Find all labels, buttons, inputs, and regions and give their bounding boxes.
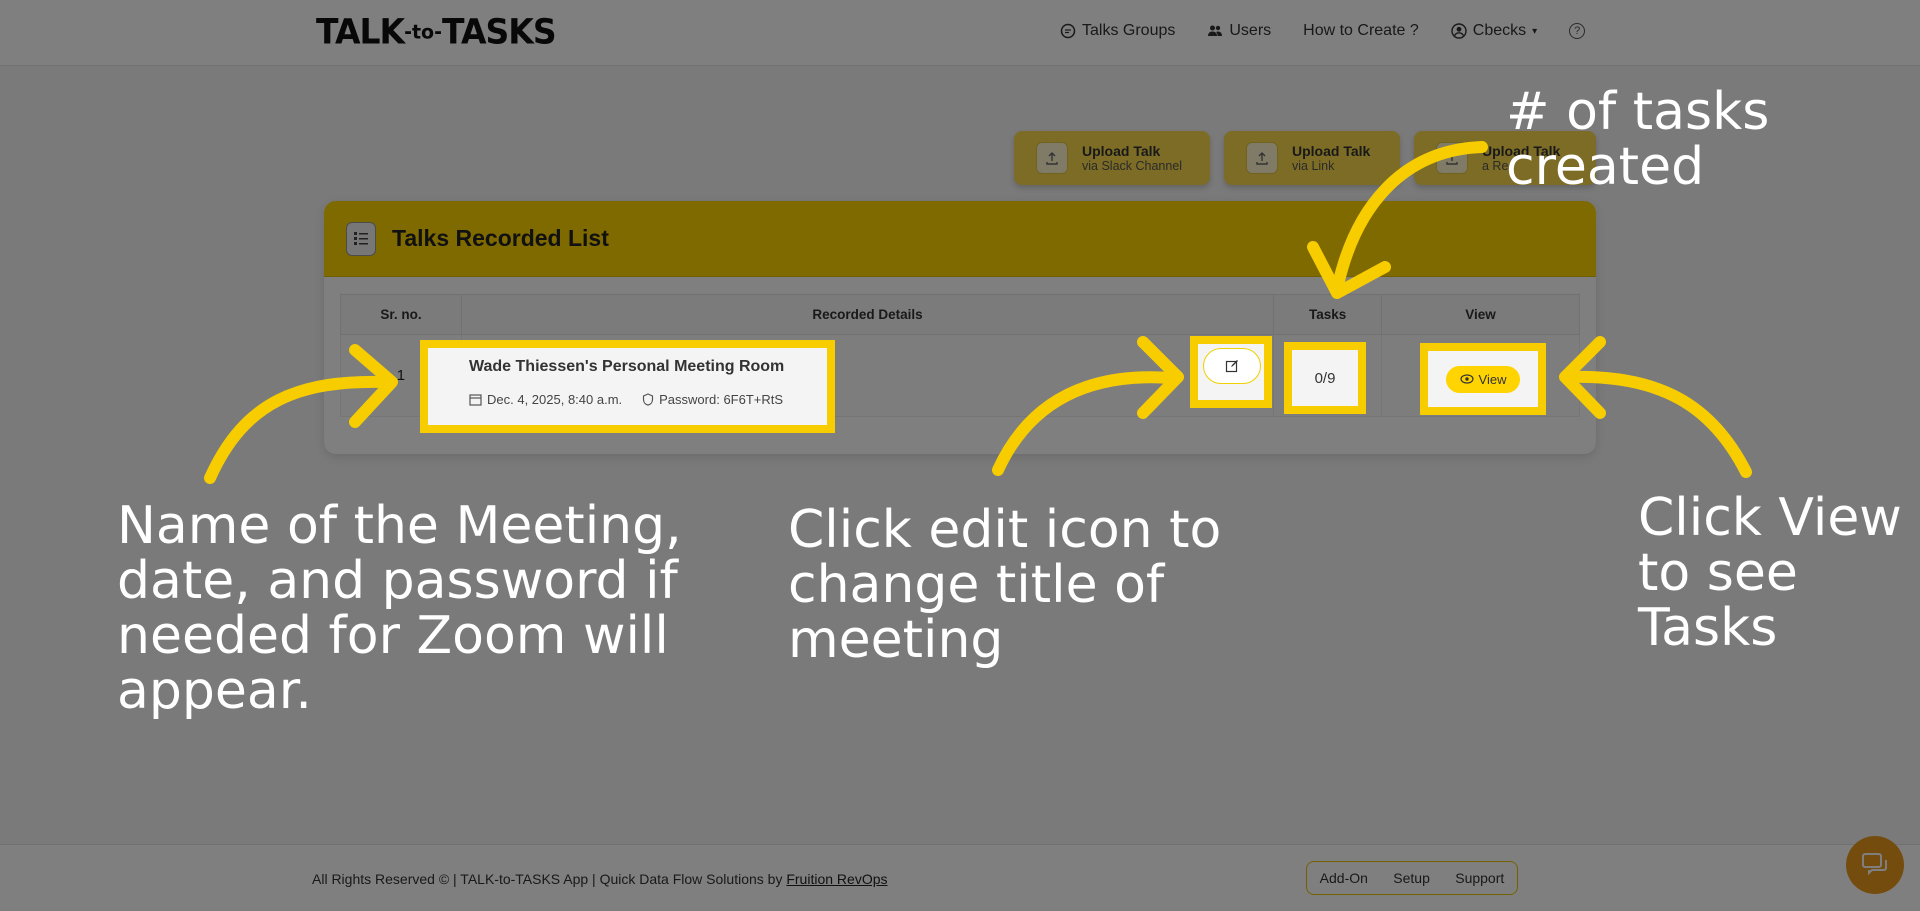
upload-icon — [1036, 142, 1068, 174]
logo-left: TALK — [316, 11, 405, 52]
calendar-icon — [471, 386, 484, 398]
annotation-tasks-count-line2: created — [1506, 137, 1705, 197]
annotation-meeting-line1: Name of the Meeting, — [117, 496, 682, 556]
upload-slack-button[interactable]: Upload Talk via Slack Channel — [1014, 131, 1210, 185]
annotation-meeting-line3: needed for Zoom will — [117, 606, 669, 666]
annotation-edit-line1: Click edit icon to — [788, 500, 1222, 560]
view-button-label: View — [1476, 368, 1505, 383]
chat-icon — [1862, 853, 1887, 876]
table-row: 1 Wade Thiessen's Personal Meeting Room … — [340, 334, 1580, 417]
footer-addon-link[interactable]: Add-On — [1320, 870, 1368, 886]
users-icon — [1208, 25, 1223, 36]
meeting-password-text: Password: 6F6T+RtS — [661, 384, 785, 399]
meeting-meta: Dec. 4, 2025, 8:40 a.m. Password: 6F6T+R… — [471, 384, 1273, 399]
chat-support-button[interactable] — [1846, 836, 1904, 894]
help-icon[interactable]: ? — [1569, 23, 1586, 39]
user-circle-icon — [1451, 23, 1467, 39]
top-navbar: TALK-to-TASKS Talks Groups Users How to … — [0, 0, 1920, 66]
nav-users[interactable]: Users — [1207, 22, 1271, 40]
caret-down-icon: ▾ — [1532, 25, 1538, 37]
annotation-edit-line3: meeting — [788, 610, 1004, 670]
footer: All Rights Reserved © | TALK-to-TASKS Ap… — [0, 844, 1920, 911]
logo-right: TASKS — [442, 11, 557, 52]
annotation-view-line1: Click View — [1638, 488, 1902, 548]
col-sr-no: Sr. no. — [340, 294, 462, 335]
chat-bubble-icon — [1060, 23, 1076, 39]
edit-pencil-icon — [1224, 361, 1237, 374]
upload-link-title: Upload Talk — [1292, 142, 1371, 159]
nav-users-label: Users — [1229, 22, 1272, 39]
card-title: Talks Recorded List — [392, 225, 609, 251]
annotation-view: Click View to see Tasks — [1638, 491, 1902, 656]
col-view: View — [1381, 294, 1580, 335]
footer-copyright: All Rights Reserved © | TALK-to-TASKS Ap… — [312, 871, 888, 887]
meeting-date-text: Dec. 4, 2025, 8:40 a.m. — [488, 384, 625, 399]
col-tasks: Tasks — [1273, 294, 1383, 335]
card-header: Talks Recorded List — [324, 201, 1596, 277]
annotation-tasks-count: # of tasks created — [1506, 85, 1769, 195]
upload-link-button[interactable]: Upload Talk via Link — [1224, 131, 1400, 185]
row-sr-no: 1 — [340, 334, 462, 417]
annotation-tasks-count-line1: # of tasks — [1506, 82, 1770, 142]
col-recorded-details: Recorded Details — [460, 294, 1275, 335]
nav-talks-groups-label: Talks Groups — [1082, 22, 1176, 39]
annotation-edit: Click edit icon to change title of meeti… — [788, 503, 1221, 668]
nav-account-dropdown[interactable]: Cbecks ▾ — [1451, 22, 1537, 40]
row-view: View — [1381, 334, 1580, 417]
arrow-to-view — [1566, 370, 1752, 478]
upload-icon — [1246, 142, 1278, 174]
list-clipboard-icon — [346, 221, 376, 256]
nav-how-to-create[interactable]: How to Create ? — [1303, 22, 1419, 40]
nav-talks-groups[interactable]: Talks Groups — [1060, 22, 1175, 40]
view-button[interactable]: View — [1441, 362, 1521, 389]
meeting-password: Password: 6F6T+RtS — [644, 384, 785, 399]
annotation-meeting-line4: appear. — [117, 661, 312, 721]
footer-fruition-link[interactable]: Fruition RevOps — [786, 871, 887, 887]
meeting-name: Wade Thiessen's Personal Meeting Room — [470, 352, 787, 369]
talks-recorded-card: Talks Recorded List Sr. no. Recorded Det… — [324, 201, 1596, 454]
meeting-date: Dec. 4, 2025, 8:40 a.m. — [471, 384, 624, 399]
talks-table: Sr. no. Recorded Details Tasks View 1 Wa… — [340, 294, 1580, 417]
footer-links: Add-On Setup Support — [1306, 861, 1518, 895]
annotation-edit-line2: change title of — [788, 555, 1165, 615]
annotation-meeting-line2: date, and password if — [117, 551, 678, 611]
footer-setup-link[interactable]: Setup — [1393, 870, 1430, 886]
upload-slack-sub: via Slack Channel — [1082, 158, 1183, 173]
footer-support-link[interactable]: Support — [1455, 870, 1504, 886]
footer-copyright-text: All Rights Reserved © | TALK-to-TASKS Ap… — [312, 871, 787, 887]
nav-account-label: Cbecks — [1472, 22, 1527, 39]
app-logo[interactable]: TALK-to-TASKS — [316, 11, 557, 52]
edit-title-button[interactable] — [1202, 349, 1260, 385]
annotation-view-line2: to see — [1638, 543, 1798, 603]
upload-icon — [1436, 142, 1468, 174]
annotation-meeting-details: Name of the Meeting, date, and password … — [117, 499, 682, 719]
upload-link-sub: via Link — [1292, 158, 1335, 173]
eye-icon — [1457, 370, 1471, 381]
main-nav: Talks Groups Users How to Create ? Cbeck… — [1060, 22, 1586, 40]
annotation-view-line3: Tasks — [1638, 598, 1778, 658]
shield-icon — [644, 385, 656, 398]
logo-mid: -to- — [404, 20, 443, 44]
row-tasks-count: 0/9 — [1273, 334, 1383, 417]
row-details: Wade Thiessen's Personal Meeting Room De… — [460, 334, 1275, 417]
upload-slack-title: Upload Talk — [1082, 142, 1161, 159]
nav-how-to-create-label: How to Create ? — [1303, 22, 1419, 39]
